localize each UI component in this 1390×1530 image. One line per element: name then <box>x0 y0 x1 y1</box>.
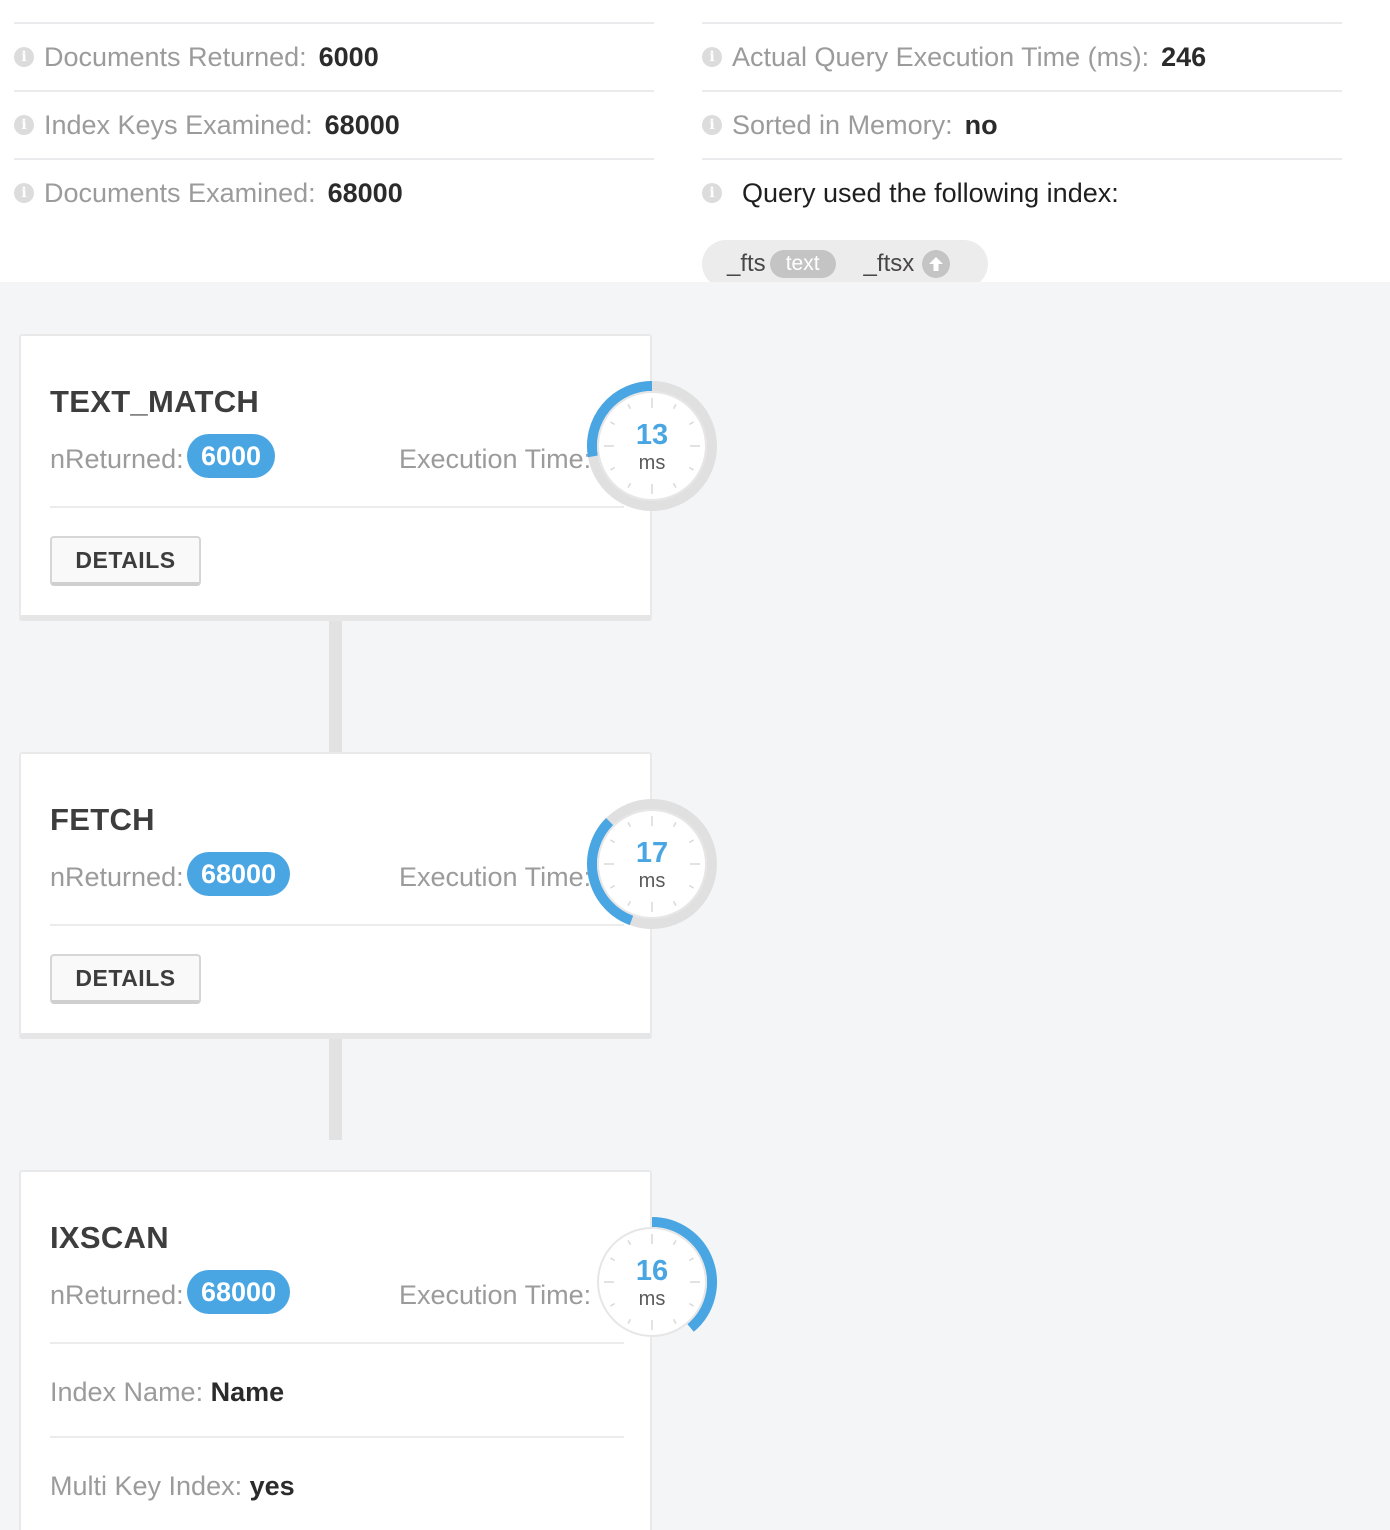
query-summary: i Documents Returned: 6000 i Index Keys … <box>0 0 1390 288</box>
info-icon[interactable]: i <box>14 115 34 135</box>
details-button[interactable]: DETAILS <box>50 954 201 1004</box>
summary-label: Documents Examined: <box>44 177 316 208</box>
index-used-heading: Query used the following index: <box>742 177 1119 208</box>
summary-row-index-used: i Query used the following index: <box>702 158 1342 226</box>
summary-row-documents-examined: i Documents Examined: 68000 <box>14 158 654 226</box>
execution-time-value: 16 <box>636 1255 668 1287</box>
card-divider <box>50 506 624 508</box>
card-divider <box>50 924 624 926</box>
index-name-row: Index Name: Name <box>50 1377 284 1408</box>
explain-plan-tree: TEXT_MATCH nReturned: 6000 Execution Tim… <box>0 282 1390 1530</box>
summary-value: no <box>964 109 998 140</box>
index-name-label: Index Name: <box>50 1377 204 1407</box>
execution-time-unit: ms <box>639 1288 666 1310</box>
execution-time-label: Execution Time: <box>399 862 592 892</box>
summary-row-execution-time: i Actual Query Execution Time (ms): 246 <box>702 22 1342 90</box>
summary-value: 68000 <box>327 177 403 208</box>
details-button[interactable]: DETAILS <box>50 536 201 586</box>
info-icon[interactable]: i <box>702 183 722 203</box>
index-field-type: text <box>769 250 836 278</box>
multikey-row: Multi Key Index: yes <box>50 1471 295 1502</box>
summary-row-sorted-in-memory: i Sorted in Memory: no <box>702 90 1342 158</box>
nreturned-badge: 68000 <box>187 852 291 896</box>
nreturned-label: nReturned: <box>50 862 184 892</box>
execution-time-value: 17 <box>636 837 668 869</box>
info-icon[interactable]: i <box>14 183 34 203</box>
index-definition-pill: _fts text _ftsx <box>702 240 988 288</box>
execution-time-unit: ms <box>639 452 666 474</box>
execution-time-clock: 17 ms <box>587 799 717 929</box>
stage-card-ixscan: IXSCAN nReturned: 68000 Execution Time: … <box>19 1170 652 1530</box>
summary-row-index-keys-examined: i Index Keys Examined: 68000 <box>14 90 654 158</box>
card-divider <box>50 1342 624 1344</box>
summary-value: 6000 <box>318 41 379 72</box>
summary-right-column: i Actual Query Execution Time (ms): 246 … <box>702 22 1342 226</box>
index-field-name: _fts <box>727 250 766 277</box>
stage-connector <box>329 1034 342 1140</box>
summary-row-documents-returned: i Documents Returned: 6000 <box>14 22 654 90</box>
stage-card-fetch: FETCH nReturned: 68000 Execution Time: D… <box>19 752 652 1039</box>
summary-left-column: i Documents Returned: 6000 i Index Keys … <box>14 22 654 226</box>
stage-title: TEXT_MATCH <box>50 384 260 419</box>
summary-label: Sorted in Memory: <box>732 109 953 140</box>
stage-connector <box>329 616 342 752</box>
summary-value: 246 <box>1161 41 1207 72</box>
info-icon[interactable]: i <box>14 47 34 67</box>
index-field-name: _ftsx <box>863 250 915 277</box>
execution-time-clock: 16 ms <box>597 1217 717 1337</box>
nreturned-label: nReturned: <box>50 444 184 474</box>
execution-time-clock: 13 ms <box>587 381 717 511</box>
stage-card-text-match: TEXT_MATCH nReturned: 6000 Execution Tim… <box>19 334 652 621</box>
summary-label: Index Keys Examined: <box>44 109 313 140</box>
nreturned-label: nReturned: <box>50 1280 184 1310</box>
card-divider <box>50 1436 624 1438</box>
stage-title: IXSCAN <box>50 1220 169 1255</box>
index-name-value: Name <box>210 1377 285 1407</box>
summary-label: Documents Returned: <box>44 41 307 72</box>
execution-time-unit: ms <box>639 870 666 892</box>
summary-value: 68000 <box>324 109 400 140</box>
arrow-up-icon <box>922 250 951 278</box>
nreturned-badge: 68000 <box>187 1270 291 1314</box>
info-icon[interactable]: i <box>702 115 722 135</box>
multikey-label: Multi Key Index: <box>50 1471 243 1501</box>
info-icon[interactable]: i <box>702 47 722 67</box>
execution-time-label: Execution Time: <box>399 1280 592 1310</box>
stage-title: FETCH <box>50 802 155 837</box>
execution-time-value: 13 <box>636 419 668 451</box>
multikey-value: yes <box>249 1471 295 1501</box>
nreturned-badge: 6000 <box>187 434 276 478</box>
summary-label: Actual Query Execution Time (ms): <box>732 41 1150 72</box>
execution-time-label: Execution Time: <box>399 444 592 474</box>
